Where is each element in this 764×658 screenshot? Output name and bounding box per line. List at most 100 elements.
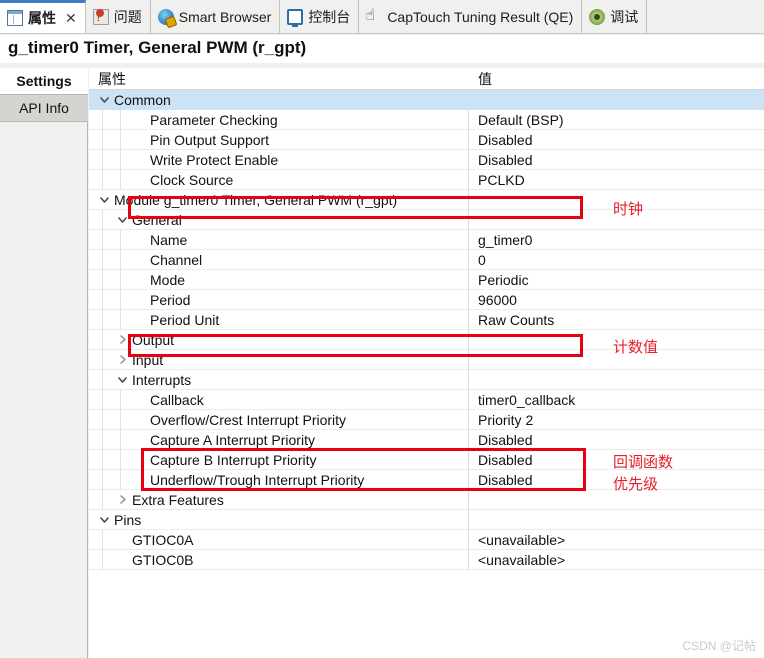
indent-guide: [102, 309, 103, 330]
property-name-label: Callback: [150, 391, 204, 408]
table-row[interactable]: GTIOC0A <unavailable>: [89, 529, 764, 550]
property-name-label: Period Unit: [150, 311, 220, 328]
table-row[interactable]: Pins: [89, 509, 764, 530]
table-row[interactable]: Extra Features: [89, 489, 764, 510]
indent-guide: [120, 309, 121, 330]
tab-captouch-label: CapTouch Tuning Result (QE): [387, 8, 574, 25]
indent-guide: [102, 329, 103, 350]
table-row[interactable]: Callback timer0_callback: [89, 389, 764, 410]
page-title-area: g_timer0 Timer, General PWM (r_gpt): [0, 35, 764, 63]
table-row[interactable]: Write Protect Enable Disabled: [89, 149, 764, 170]
table-row[interactable]: Interrupts: [89, 369, 764, 390]
table-row[interactable]: Common: [89, 89, 764, 110]
twisty-placeholder-icon: [134, 173, 147, 186]
table-row[interactable]: Name g_timer0: [89, 229, 764, 250]
property-value-cell[interactable]: <unavailable>: [468, 529, 764, 550]
sidebar-item-settings[interactable]: Settings: [0, 68, 88, 95]
sidebar-item-api-info-label: API Info: [19, 100, 69, 116]
property-value-cell[interactable]: 0: [468, 249, 764, 270]
property-name-label: Period: [150, 291, 191, 308]
twisty-placeholder-icon: [134, 453, 147, 466]
page-title: g_timer0 Timer, General PWM (r_gpt): [8, 38, 307, 57]
tab-debug[interactable]: 调试: [582, 0, 648, 33]
twisty-placeholder-icon: [134, 473, 147, 486]
indent-guide: [102, 549, 103, 570]
property-name-cell: Pins: [89, 510, 468, 530]
property-value-cell[interactable]: [468, 509, 764, 530]
indent-guide: [120, 109, 121, 130]
table-row[interactable]: General: [89, 209, 764, 230]
table-row[interactable]: Output: [89, 329, 764, 350]
property-value-cell[interactable]: Raw Counts: [468, 309, 764, 330]
chevron-down-icon[interactable]: [116, 213, 129, 226]
tab-problems[interactable]: 问题: [85, 0, 151, 33]
property-value-cell[interactable]: g_timer0: [468, 229, 764, 250]
property-value-cell[interactable]: PCLKD: [468, 169, 764, 190]
chevron-down-icon[interactable]: [98, 513, 111, 526]
property-name-label: Name: [150, 231, 188, 248]
twisty-placeholder-icon: [134, 393, 147, 406]
property-name-label: Parameter Checking: [150, 111, 278, 128]
property-name-label: Clock Source: [150, 171, 234, 188]
property-value-cell[interactable]: Default (BSP): [468, 109, 764, 130]
chevron-down-icon[interactable]: [116, 373, 129, 386]
tab-captouch-tuning-result[interactable]: CapTouch Tuning Result (QE): [359, 0, 583, 33]
table-row[interactable]: Channel 0: [89, 249, 764, 270]
table-row[interactable]: Parameter Checking Default (BSP): [89, 109, 764, 130]
property-value-cell[interactable]: Disabled: [468, 429, 764, 450]
chevron-right-icon[interactable]: [116, 353, 129, 366]
property-name-cell: Output: [89, 329, 468, 350]
tab-debug-label: 调试: [610, 8, 639, 25]
tab-bar-empty-space: [647, 0, 764, 33]
table-row[interactable]: Overflow/Crest Interrupt Priority Priorit…: [89, 409, 764, 430]
property-value-cell[interactable]: [468, 369, 764, 390]
indent-guide: [102, 289, 103, 310]
property-value-cell[interactable]: Disabled: [468, 129, 764, 150]
chevron-right-icon[interactable]: [116, 493, 129, 506]
property-value-cell[interactable]: timer0_callback: [468, 389, 764, 410]
indent-guide: [120, 169, 121, 190]
property-name-cell: GTIOC0A: [89, 529, 468, 550]
table-row[interactable]: Input: [89, 349, 764, 370]
table-row[interactable]: Pin Output Support Disabled: [89, 129, 764, 150]
sidebar-item-api-info[interactable]: API Info: [0, 95, 88, 122]
indent-guide: [102, 169, 103, 190]
sidebar-empty-space: [0, 122, 87, 652]
property-name-label: Underflow/Trough Interrupt Priority: [150, 471, 365, 488]
table-row[interactable]: Period 96000: [89, 289, 764, 310]
tab-properties[interactable]: 属性 ✕: [0, 0, 86, 33]
property-value-cell[interactable]: <unavailable>: [468, 549, 764, 570]
property-name-label: Channel: [150, 251, 203, 268]
property-value-cell[interactable]: Disabled: [468, 149, 764, 170]
indent-guide: [102, 489, 103, 510]
twisty-placeholder-icon: [134, 133, 147, 146]
property-name-label: General: [132, 211, 182, 228]
chevron-right-icon[interactable]: [116, 333, 129, 346]
property-value-cell[interactable]: [468, 89, 764, 110]
indent-guide: [120, 449, 121, 470]
indent-guide: [120, 389, 121, 410]
property-name-cell: Write Protect Enable: [89, 149, 468, 170]
table-row[interactable]: Mode Periodic: [89, 269, 764, 290]
chevron-down-icon[interactable]: [98, 193, 111, 206]
chevron-down-icon[interactable]: [98, 93, 111, 106]
table-row[interactable]: GTIOC0B <unavailable>: [89, 549, 764, 570]
table-row[interactable]: Capture A Interrupt Priority Disabled: [89, 429, 764, 450]
table-row[interactable]: Module g_timer0 Timer, General PWM (r_gp…: [89, 189, 764, 210]
table-row[interactable]: Underflow/Trough Interrupt Priority Disab…: [89, 469, 764, 490]
console-monitor-icon: [287, 8, 304, 27]
property-value-cell[interactable]: Priority 2: [468, 409, 764, 430]
twisty-placeholder-icon: [116, 533, 129, 546]
sidebar-item-settings-label: Settings: [16, 73, 72, 89]
property-name-cell: Capture B Interrupt Priority: [89, 449, 468, 470]
close-icon[interactable]: ✕: [65, 11, 77, 25]
indent-guide: [120, 409, 121, 430]
property-value-cell[interactable]: Periodic: [468, 269, 764, 290]
table-row[interactable]: Period Unit Raw Counts: [89, 309, 764, 330]
property-value-cell[interactable]: 96000: [468, 289, 764, 310]
clock-annotation-label: 时钟: [613, 201, 644, 218]
tab-console[interactable]: 控制台: [280, 0, 360, 33]
table-row[interactable]: Clock Source PCLKD: [89, 169, 764, 190]
property-name-label: Pin Output Support: [150, 131, 270, 148]
tab-smart-browser[interactable]: Smart Browser: [150, 0, 281, 33]
